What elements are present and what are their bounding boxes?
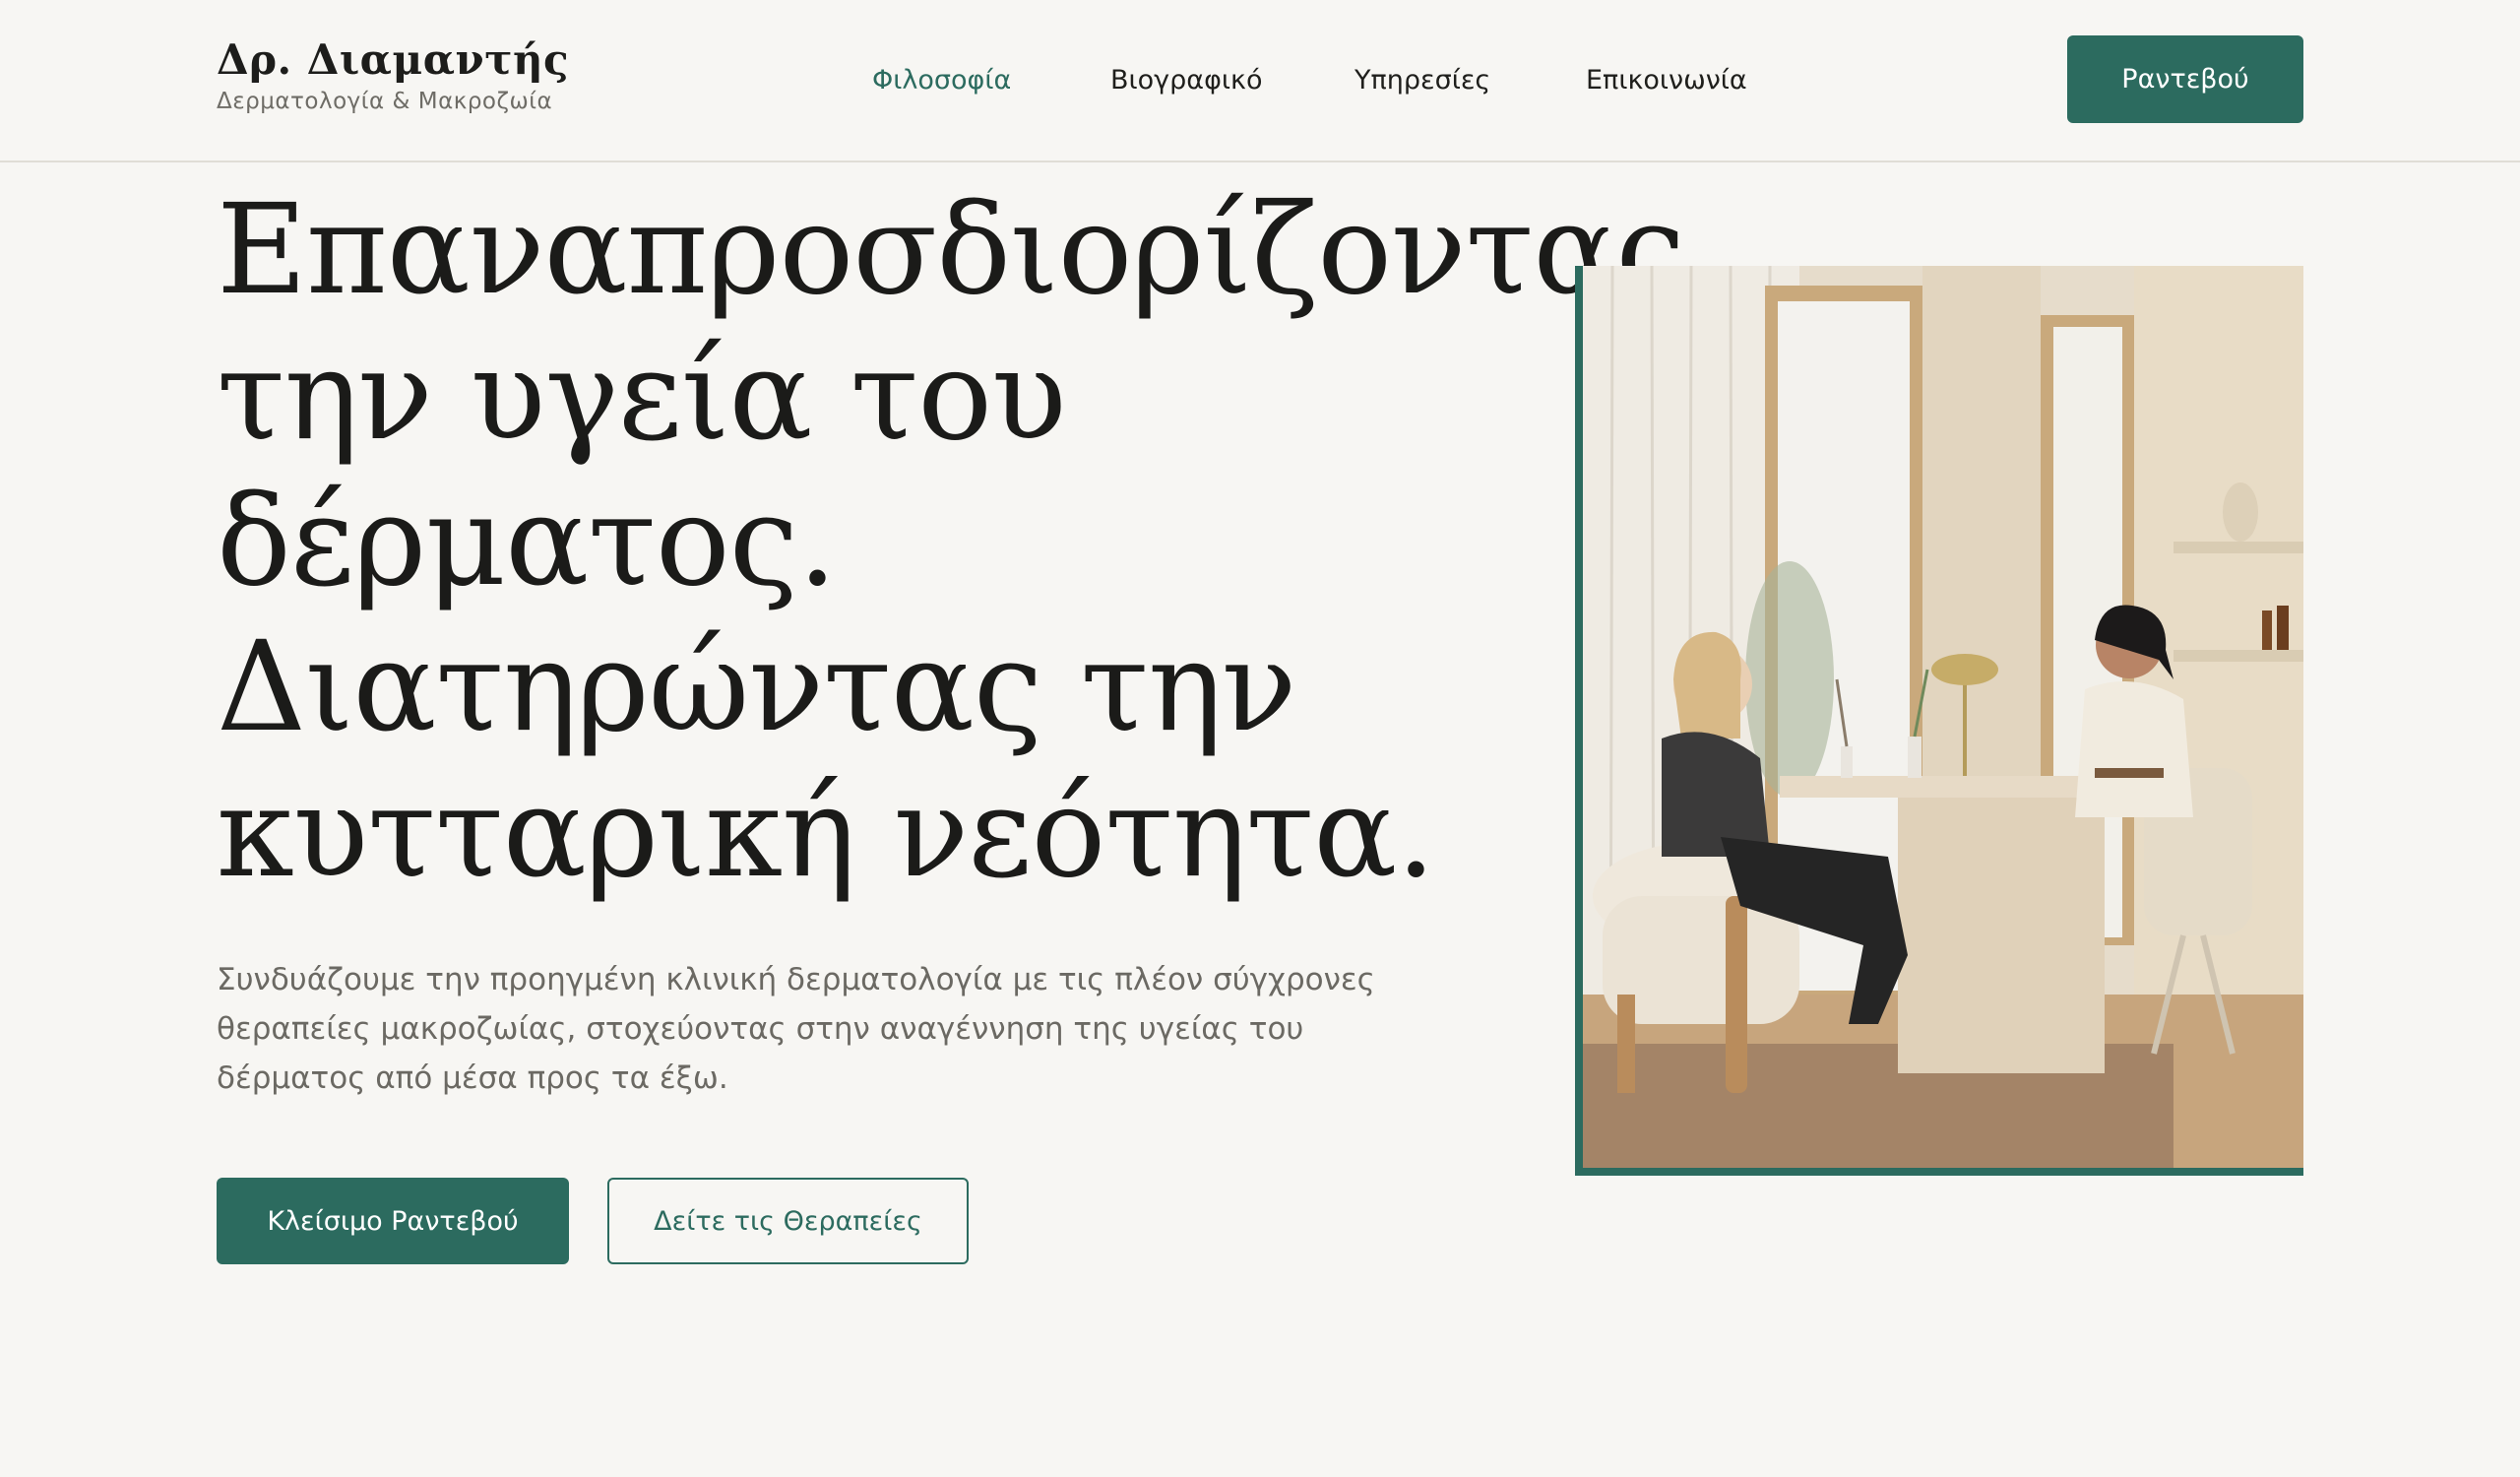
nav-item-contact[interactable]: Επικοινωνία bbox=[1586, 65, 1747, 96]
hero-title-line: Διατηρώντας την bbox=[217, 614, 1296, 759]
hero-title-line: δέρματος. bbox=[217, 469, 837, 613]
book-appointment-button[interactable]: Κλείσιμο Ραντεβού bbox=[217, 1178, 569, 1264]
hero-description: Συνδυάζουμε την προηγμένη κλινική δερματ… bbox=[217, 962, 1375, 1096]
consultation-photo bbox=[1583, 266, 2303, 1168]
hero-title-line: την υγεία του bbox=[217, 323, 1067, 468]
nav-item-services[interactable]: Υπηρεσίες bbox=[1354, 65, 1490, 96]
consultation-illustration bbox=[1583, 266, 2303, 1168]
hero-image-frame bbox=[1575, 266, 2303, 1176]
appointment-button[interactable]: Ραντεβού bbox=[2067, 35, 2303, 123]
site-header: Δρ. Διαμαντής Δερματολογία & Μακροζωία Φ… bbox=[0, 0, 2520, 162]
view-treatments-button[interactable]: Δείτε τις Θεραπείες bbox=[607, 1178, 969, 1264]
hero-title-line: κυτταρική νεότητα. bbox=[217, 760, 1435, 905]
hero-title: Επαναπροσδιορίζοντας την υγεία του δέρμα… bbox=[217, 177, 1685, 906]
nav-item-biography[interactable]: Βιογραφικό bbox=[1110, 65, 1262, 96]
nav-item-philosophy[interactable]: Φιλοσοφία bbox=[872, 65, 1011, 96]
hero-title-line: Επαναπροσδιορίζοντας bbox=[217, 177, 1685, 322]
